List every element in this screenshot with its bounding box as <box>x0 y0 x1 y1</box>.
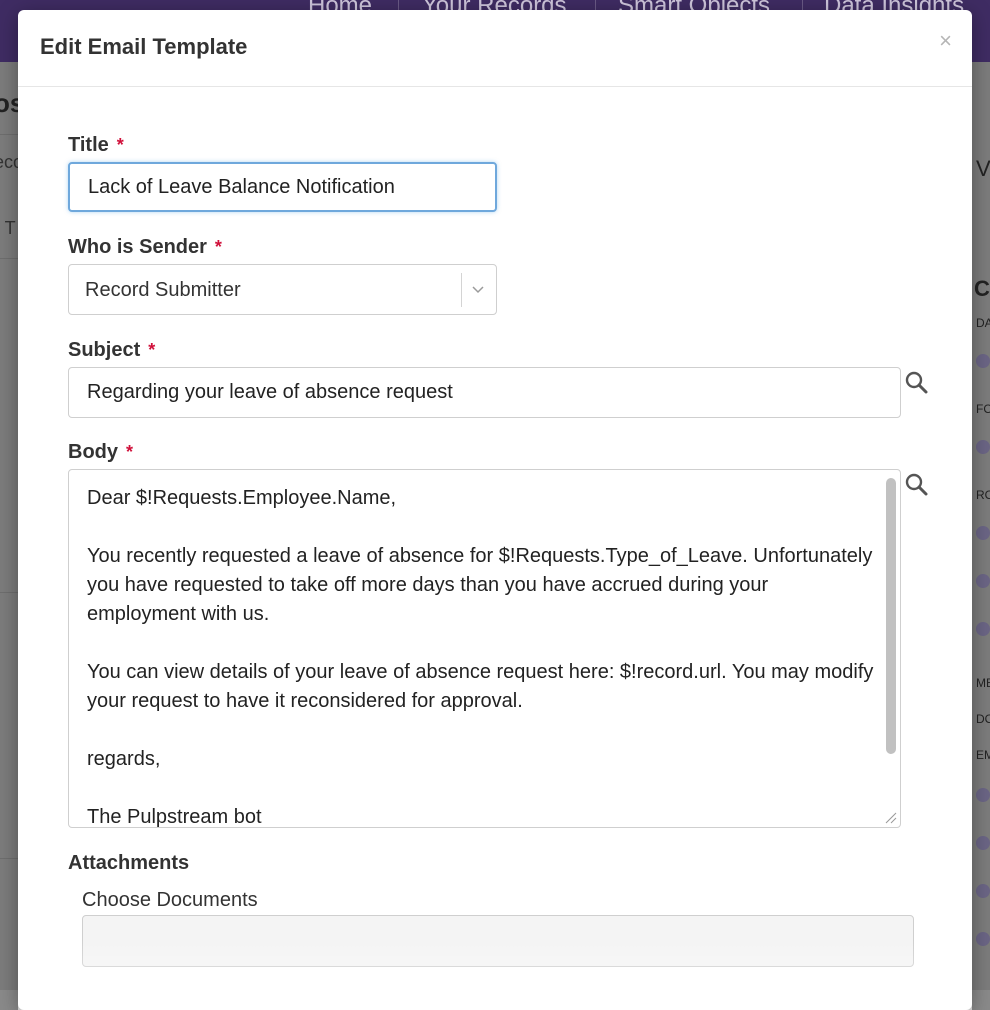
sender-select[interactable]: Record Submitter <box>68 264 497 315</box>
background-dot <box>976 932 990 946</box>
select-separator <box>461 273 462 307</box>
body-paragraph: Dear $!Requests.Employee.Name, <box>87 487 397 509</box>
background-fragment: DA <box>976 316 990 330</box>
body-label-text: Body <box>68 441 118 463</box>
choose-documents-label: Choose Documents <box>82 889 258 911</box>
search-icon[interactable] <box>904 472 930 498</box>
body-paragraph: You can view details of your leave of ab… <box>87 661 874 712</box>
body-scrollbar[interactable] <box>882 472 898 812</box>
background-fragment: r T <box>0 218 16 238</box>
background-fragment: RO <box>976 488 990 502</box>
background-divider <box>0 858 18 859</box>
title-label: Title * <box>68 134 124 157</box>
search-icon[interactable] <box>904 370 930 396</box>
body-paragraph: The Pulpstream bot <box>87 806 262 828</box>
background-dot <box>976 622 990 636</box>
background-dot <box>976 574 990 588</box>
background-fragment: Co <box>974 276 990 301</box>
sender-label: Who is Sender * <box>68 236 222 259</box>
title-label-text: Title <box>68 134 109 156</box>
background-dot <box>976 354 990 368</box>
background-dot <box>976 884 990 898</box>
sender-label-text: Who is Sender <box>68 236 207 258</box>
background-dot <box>976 440 990 454</box>
attachments-label: Attachments <box>68 852 190 874</box>
required-marker: * <box>126 442 134 462</box>
body-textarea[interactable]: Dear $!Requests.Employee.Name, You recen… <box>68 469 901 828</box>
close-icon: × <box>939 28 952 53</box>
body-label: Body * <box>68 441 133 464</box>
background-fragment: EM <box>976 748 990 762</box>
scrollbar-thumb[interactable] <box>886 478 896 754</box>
subject-label: Subject * <box>68 339 155 362</box>
background-fragment: DO <box>976 712 990 726</box>
title-input[interactable] <box>68 162 497 212</box>
background-fragment: V <box>976 156 990 181</box>
close-button[interactable]: × <box>939 30 952 52</box>
modal-header: Edit Email Template × <box>18 10 972 87</box>
subject-label-text: Subject <box>68 339 141 361</box>
choose-documents-input[interactable] <box>82 915 914 967</box>
edit-email-template-modal: Edit Email Template × Title * Who is Send… <box>18 10 972 1010</box>
body-paragraph: You recently requested a leave of absenc… <box>87 545 873 625</box>
background-divider <box>0 592 18 593</box>
background-fragment: FO <box>976 402 990 416</box>
modal-title: Edit Email Template <box>40 34 248 59</box>
background-dot <box>976 526 990 540</box>
background-dot <box>976 836 990 850</box>
background-fragment: ME <box>976 676 990 690</box>
required-marker: * <box>214 237 222 257</box>
resize-grip-icon[interactable] <box>882 809 898 825</box>
background-divider <box>0 134 18 135</box>
sender-selected-value: Record Submitter <box>85 279 241 301</box>
chevron-down-icon <box>472 286 484 294</box>
required-marker: * <box>116 135 124 155</box>
background-dot <box>976 788 990 802</box>
background-divider <box>0 258 18 259</box>
body-text: Dear $!Requests.Employee.Name, You recen… <box>87 484 877 828</box>
subject-input[interactable] <box>68 367 901 418</box>
required-marker: * <box>148 340 156 360</box>
body-paragraph: regards, <box>87 748 161 770</box>
